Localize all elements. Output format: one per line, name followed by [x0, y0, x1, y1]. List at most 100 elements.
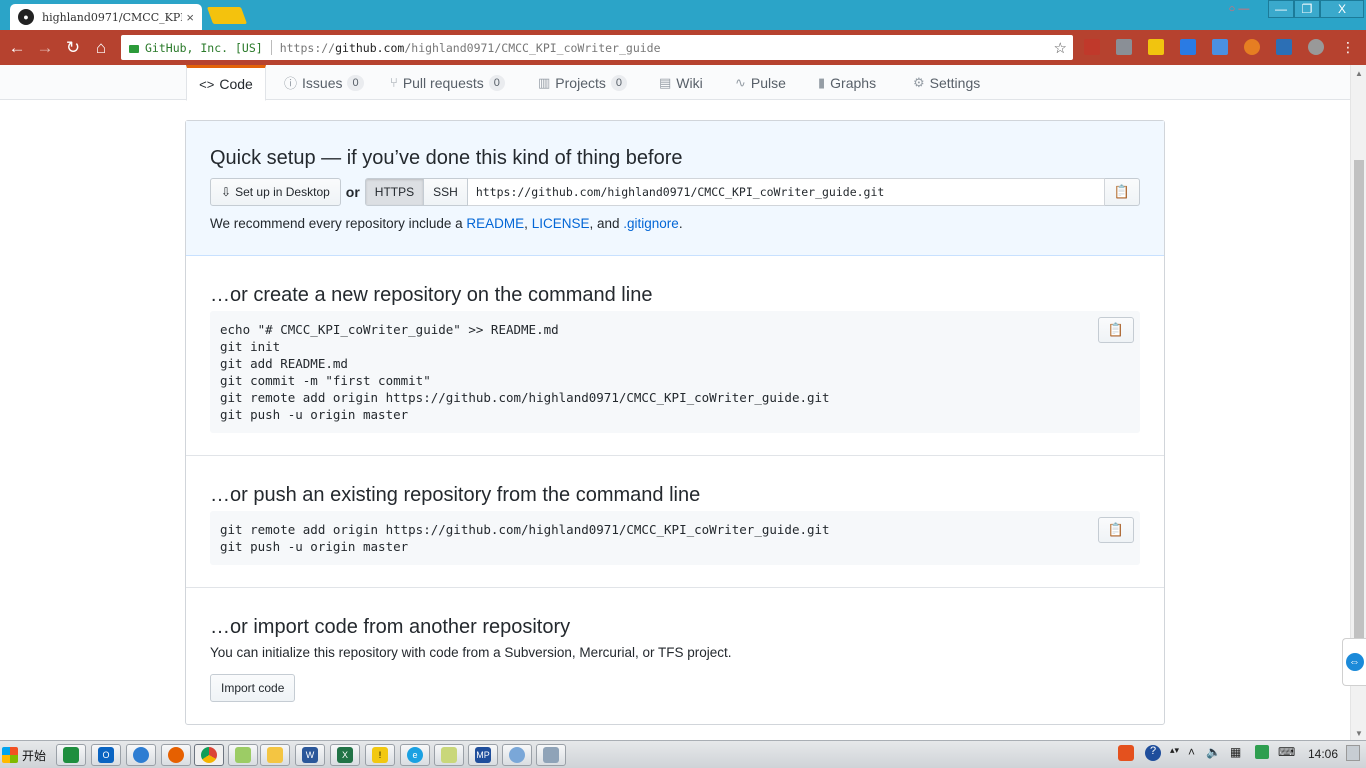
tray-arrows-icon[interactable]: ▴▾: [1170, 745, 1179, 756]
tray-network-icon[interactable]: ▦: [1230, 745, 1241, 759]
taskbar-explorer[interactable]: [260, 744, 290, 766]
taskbar-app-6[interactable]: [228, 744, 258, 766]
license-link[interactable]: LICENSE: [532, 216, 590, 231]
issues-counter: 0: [347, 74, 364, 91]
taskbar-ie[interactable]: e: [400, 744, 430, 766]
profile-indicator-icon[interactable]: ○ —: [1216, 0, 1262, 18]
mp-app-icon: MP: [475, 747, 491, 763]
readme-link[interactable]: README: [466, 216, 524, 231]
tab-close-icon[interactable]: ×: [186, 10, 194, 25]
forward-arrow-icon[interactable]: →: [34, 37, 56, 59]
tray-volume-icon[interactable]: 🔈: [1206, 745, 1221, 759]
tab-graphs[interactable]: ▮ Graphs: [818, 65, 876, 100]
new-tab-button[interactable]: [206, 7, 248, 24]
scrollbar-thumb[interactable]: [1354, 160, 1364, 640]
taskbar-mp-app[interactable]: MP: [468, 744, 498, 766]
tab-issues-label: Issues: [302, 74, 343, 91]
taskbar-outlook[interactable]: O: [91, 744, 121, 766]
copy-clone-url-button[interactable]: 📋: [1105, 178, 1140, 206]
bookmark-star-icon[interactable]: ☆: [1054, 39, 1067, 57]
tab-code-label: Code: [219, 76, 253, 92]
pull-requests-counter: 0: [488, 74, 505, 91]
address-bar[interactable]: GitHub, Inc. [US] https://github.com/hig…: [121, 35, 1073, 60]
scroll-up-arrow-icon[interactable]: ▲: [1355, 69, 1363, 78]
extension-circle-icon[interactable]: [1308, 39, 1324, 55]
show-desktop-button[interactable]: [1346, 745, 1360, 761]
taskbar-chrome-active[interactable]: [194, 744, 224, 766]
extension-card-icon[interactable]: [1116, 39, 1132, 55]
tab-projects-label: Projects: [555, 74, 606, 91]
folder-icon: [267, 747, 283, 763]
browser-tab-active[interactable]: ● highland0971/CMCC_KPI_ ×: [10, 4, 202, 30]
tray-keyboard-icon[interactable]: ⌨: [1278, 745, 1295, 759]
browser-menu-icon[interactable]: ⋮: [1340, 39, 1356, 55]
create-new-repo-commands[interactable]: echo "# CMCC_KPI_coWriter_guide" >> READ…: [210, 311, 1140, 433]
taskbar-clock[interactable]: 14:06: [1308, 747, 1338, 761]
clone-url-input[interactable]: https://github.com/highland0971/CMCC_KPI…: [467, 178, 1105, 206]
extension-translate-icon[interactable]: [1212, 39, 1228, 55]
tab-settings-label: Settings: [929, 74, 981, 91]
ie-icon: e: [407, 747, 423, 763]
window-maximize-button[interactable]: ❐: [1294, 0, 1320, 18]
repo-nav: <> Code ⓘ Issues 0 ⑂ Pull requests 0 ▥ P…: [0, 65, 1350, 101]
extension-six-icon[interactable]: [1180, 39, 1196, 55]
reload-icon[interactable]: ↻: [62, 37, 84, 59]
tray-sogou-icon[interactable]: [1118, 745, 1134, 761]
page-content: <> Code ⓘ Issues 0 ⑂ Pull requests 0 ▥ P…: [0, 65, 1350, 740]
setup-in-desktop-button[interactable]: ⇩ Set up in Desktop: [210, 178, 341, 206]
firefox-icon: [168, 747, 184, 763]
import-code-button[interactable]: Import code: [210, 674, 296, 702]
tab-pulse-label: Pulse: [750, 74, 786, 91]
scroll-down-arrow-icon[interactable]: ▼: [1355, 729, 1363, 738]
push-existing-commands[interactable]: git remote add origin https://github.com…: [210, 511, 1140, 565]
teamviewer-side-widget[interactable]: ⇔: [1342, 638, 1366, 686]
copy-push-commands-button[interactable]: 📋: [1098, 517, 1134, 543]
https-option[interactable]: HTTPS: [365, 179, 424, 205]
taskbar-firefox[interactable]: [161, 744, 191, 766]
taskbar-notepad[interactable]: [434, 744, 464, 766]
start-button[interactable]: 开始: [2, 743, 50, 767]
tab-wiki[interactable]: ▤ Wiki: [659, 65, 703, 100]
tab-code[interactable]: <> Code: [186, 65, 266, 101]
address-url[interactable]: https://github.com/highland0971/CMCC_KPI…: [280, 41, 1054, 55]
extension-book-icon[interactable]: [1084, 39, 1100, 55]
tab-pull-requests[interactable]: ⑂ Pull requests 0: [390, 65, 505, 100]
tray-help-icon[interactable]: ?: [1145, 745, 1161, 761]
taskbar-word[interactable]: W: [295, 744, 325, 766]
taskbar-app-15[interactable]: [536, 744, 566, 766]
or-label: or: [345, 184, 360, 200]
url-scheme: https://: [279, 40, 336, 55]
windows-taskbar: 开始 O W X ! e MP ? ▴▾ ˄ 🔈 ▦ ⌨ 14:06: [0, 740, 1366, 768]
ssh-option[interactable]: SSH: [423, 179, 467, 205]
setup-in-desktop-label: Set up in Desktop: [235, 185, 330, 199]
extension-tab-icon[interactable]: [1276, 39, 1292, 55]
taskbar-app-14[interactable]: [502, 744, 532, 766]
extension-folder-icon[interactable]: [1148, 39, 1164, 55]
push-existing-code: git remote add origin https://github.com…: [210, 511, 1140, 565]
empty-repo-instructions: Quick setup — if you’ve done this kind o…: [185, 120, 1165, 725]
taskbar-app-3[interactable]: [126, 744, 156, 766]
tab-pulse[interactable]: ∿ Pulse: [735, 65, 786, 100]
extension-person-icon[interactable]: [1244, 39, 1260, 55]
gitignore-link[interactable]: .gitignore: [623, 216, 679, 231]
tray-green-app-icon[interactable]: [1255, 745, 1269, 759]
tab-projects[interactable]: ▥ Projects 0: [538, 65, 627, 100]
push-existing-section: …or push an existing repository from the…: [186, 456, 1164, 588]
taskbar-excel[interactable]: X: [330, 744, 360, 766]
taskbar-app-1[interactable]: [56, 744, 86, 766]
copy-create-commands-button[interactable]: 📋: [1098, 317, 1134, 343]
tray-expand-icon[interactable]: ˄: [1188, 745, 1195, 759]
app-15-icon: [543, 747, 559, 763]
back-arrow-icon[interactable]: ←: [6, 37, 28, 59]
recommend-text: We recommend every repository include a …: [210, 216, 683, 231]
window-close-button[interactable]: X: [1320, 0, 1364, 18]
home-icon[interactable]: ⌂: [90, 37, 112, 59]
issue-icon: ⓘ: [284, 76, 298, 91]
tab-settings[interactable]: ⚙ Settings: [913, 65, 980, 100]
taskbar-warning-app[interactable]: !: [365, 744, 395, 766]
tab-issues[interactable]: ⓘ Issues 0: [284, 65, 364, 100]
recommend-period: .: [678, 216, 683, 231]
window-minimize-button[interactable]: —: [1268, 0, 1294, 18]
create-new-repo-title: …or create a new repository on the comma…: [210, 284, 653, 306]
quick-setup-title: Quick setup — if you’ve done this kind o…: [210, 147, 683, 169]
